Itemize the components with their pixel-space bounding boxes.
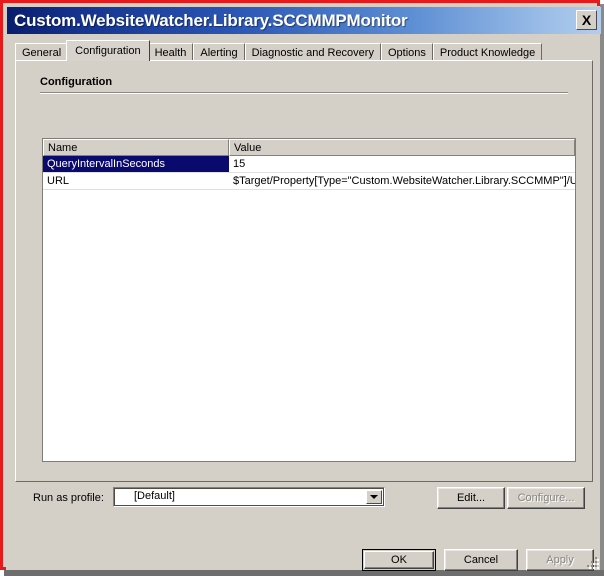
window-title: Custom.WebsiteWatcher.Library.SCCMMPMoni… bbox=[14, 10, 408, 30]
column-header-name[interactable]: Name bbox=[43, 139, 229, 156]
tab-configuration[interactable]: Configuration bbox=[66, 40, 150, 61]
properties-dialog: Custom.WebsiteWatcher.Library.SCCMMPMoni… bbox=[6, 6, 601, 571]
tab-page-configuration: Configuration Name Value QueryIntervalIn… bbox=[15, 60, 593, 482]
resize-grip-icon[interactable] bbox=[585, 555, 599, 569]
title-bar: Custom.WebsiteWatcher.Library.SCCMMPMoni… bbox=[7, 7, 601, 34]
tab-product-knowledge[interactable]: Product Knowledge bbox=[432, 43, 543, 61]
run-as-profile-label: Run as profile: bbox=[33, 492, 104, 504]
section-divider bbox=[40, 92, 568, 94]
page-title: Configuration bbox=[40, 76, 113, 88]
configure-button: Configure... bbox=[507, 487, 585, 509]
screenshot-root: Custom.WebsiteWatcher.Library.SCCMMPMoni… bbox=[0, 0, 604, 576]
tab-diagnostic-and-recovery[interactable]: Diagnostic and Recovery bbox=[244, 43, 381, 61]
close-icon[interactable]: X bbox=[576, 10, 597, 30]
configuration-list[interactable]: Name Value QueryIntervalInSeconds 15 URL… bbox=[42, 138, 576, 462]
column-header-value[interactable]: Value bbox=[229, 139, 575, 156]
ok-button-face: OK bbox=[364, 551, 434, 569]
edit-button[interactable]: Edit... bbox=[437, 487, 505, 509]
table-header-row: Name Value bbox=[43, 139, 575, 156]
tab-health[interactable]: Health bbox=[147, 43, 194, 61]
table-row[interactable]: QueryIntervalInSeconds 15 bbox=[43, 156, 575, 173]
tab-strip: General Configuration Health Alerting Di… bbox=[15, 40, 593, 61]
annotation-frame: Custom.WebsiteWatcher.Library.SCCMMPMoni… bbox=[0, 0, 601, 571]
tab-options[interactable]: Options bbox=[380, 43, 433, 61]
chevron-down-icon[interactable] bbox=[366, 490, 382, 504]
ok-button[interactable]: OK bbox=[362, 549, 436, 571]
cell-name: QueryIntervalInSeconds bbox=[43, 156, 229, 172]
apply-button: Apply bbox=[526, 549, 594, 571]
cell-name: URL bbox=[47, 175, 70, 187]
run-as-profile-select[interactable]: [Default] bbox=[113, 487, 385, 507]
tab-general[interactable]: General bbox=[15, 43, 69, 61]
cell-value: $Target/Property[Type="Custom.WebsiteWat… bbox=[233, 175, 575, 187]
chevron-down-glyph bbox=[370, 495, 378, 499]
run-as-profile-value: [Default] bbox=[134, 490, 175, 502]
cancel-button[interactable]: Cancel bbox=[444, 549, 518, 571]
table-row[interactable]: URL $Target/Property[Type="Custom.Websit… bbox=[43, 173, 575, 190]
cell-value: 15 bbox=[229, 156, 575, 172]
tab-alerting[interactable]: Alerting bbox=[193, 43, 245, 61]
